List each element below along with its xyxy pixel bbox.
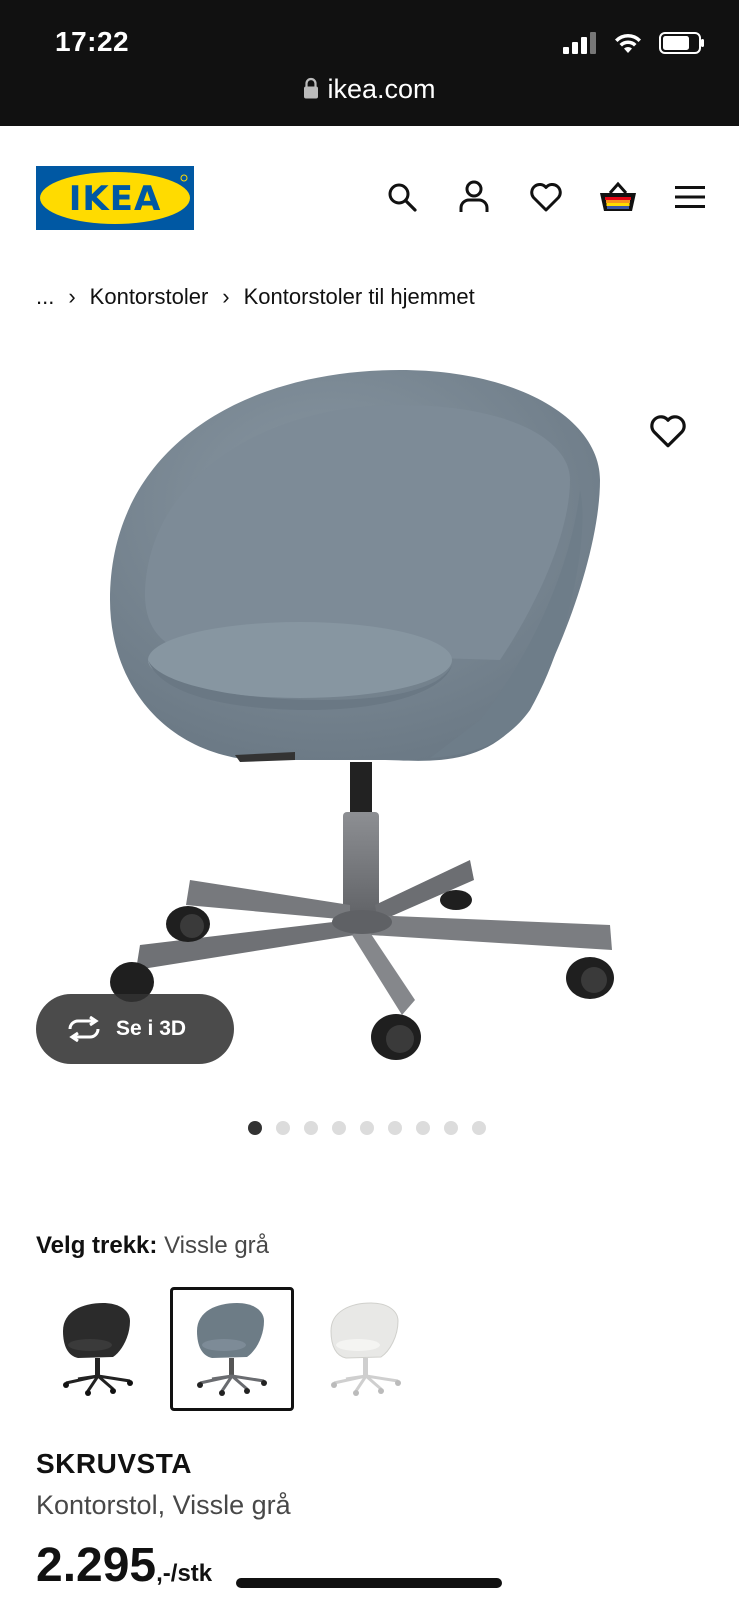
search-icon[interactable]: [383, 178, 421, 216]
svg-text:IKEA: IKEA: [69, 179, 162, 219]
ikea-logo[interactable]: IKEA: [36, 166, 194, 230]
heart-icon[interactable]: [527, 178, 565, 216]
header-actions: [383, 178, 709, 216]
basket-icon[interactable]: [599, 178, 637, 216]
url-text: ikea.com: [327, 74, 436, 104]
lock-icon: [304, 77, 319, 99]
gallery-dot[interactable]: [444, 1121, 458, 1135]
breadcrumb-item[interactable]: Kontorstoler til hjemmet: [244, 284, 475, 310]
chevron-right-icon: ›: [222, 284, 230, 309]
gallery-dot[interactable]: [304, 1121, 318, 1135]
gallery-dot[interactable]: [360, 1121, 374, 1135]
price-integer: 2.295: [36, 1539, 157, 1592]
variant-label: Velg trekk:: [36, 1232, 158, 1259]
user-icon[interactable]: [455, 178, 493, 216]
see-in-3d-label: Se i 3D: [116, 1017, 187, 1040]
product-description: Kontorstol, Vissle grå: [36, 1490, 291, 1520]
chair-black: [63, 1303, 133, 1396]
product-name: SKRUVSTA: [36, 1448, 192, 1479]
gallery-dot[interactable]: [388, 1121, 402, 1135]
clock: 17:22: [55, 26, 130, 57]
variant-option-white[interactable]: [304, 1287, 428, 1411]
gallery-dot[interactable]: [276, 1121, 290, 1135]
breadcrumb-item[interactable]: Kontorstoler: [90, 284, 209, 310]
add-to-favourites-heart-icon[interactable]: [648, 414, 688, 454]
gallery-dot[interactable]: [472, 1121, 486, 1135]
see-in-3d-button[interactable]: Se i 3D: [36, 994, 234, 1064]
price-suffix: ,-/stk: [156, 1560, 213, 1587]
gallery-pagination: [248, 1121, 486, 1135]
chevron-right-icon: ›: [68, 284, 76, 309]
menu-icon[interactable]: [671, 178, 709, 216]
system-icons: [563, 32, 705, 54]
product-price: 2.295,-/stk: [36, 1538, 212, 1593]
variant-selector-label: Velg trekk: Vissle grå: [36, 1232, 269, 1260]
battery-icon: [659, 32, 704, 54]
variant-option-grey[interactable]: [170, 1287, 294, 1411]
variant-options: [36, 1287, 438, 1411]
gallery-dot[interactable]: [332, 1121, 346, 1135]
breadcrumb: ... › Kontorstoler › Kontorstoler til hj…: [36, 284, 475, 310]
gallery-dot[interactable]: [248, 1121, 262, 1135]
breadcrumb-ellipsis[interactable]: ...: [36, 284, 54, 310]
status-bar: 17:22 ikea.com: [0, 0, 739, 126]
address-bar[interactable]: ikea.com: [0, 74, 739, 105]
signal-icon: [563, 32, 596, 54]
chair-white: [330, 1302, 401, 1396]
product-image[interactable]: [100, 360, 640, 1100]
home-indicator[interactable]: [236, 1578, 502, 1588]
wifi-icon: [615, 33, 641, 53]
variant-selected-value: Vissle grå: [164, 1232, 270, 1259]
variant-option-black[interactable]: [36, 1287, 160, 1411]
gallery-dot[interactable]: [416, 1121, 430, 1135]
chair-grey: [197, 1303, 267, 1396]
rotate-3d-icon: [68, 1016, 100, 1042]
